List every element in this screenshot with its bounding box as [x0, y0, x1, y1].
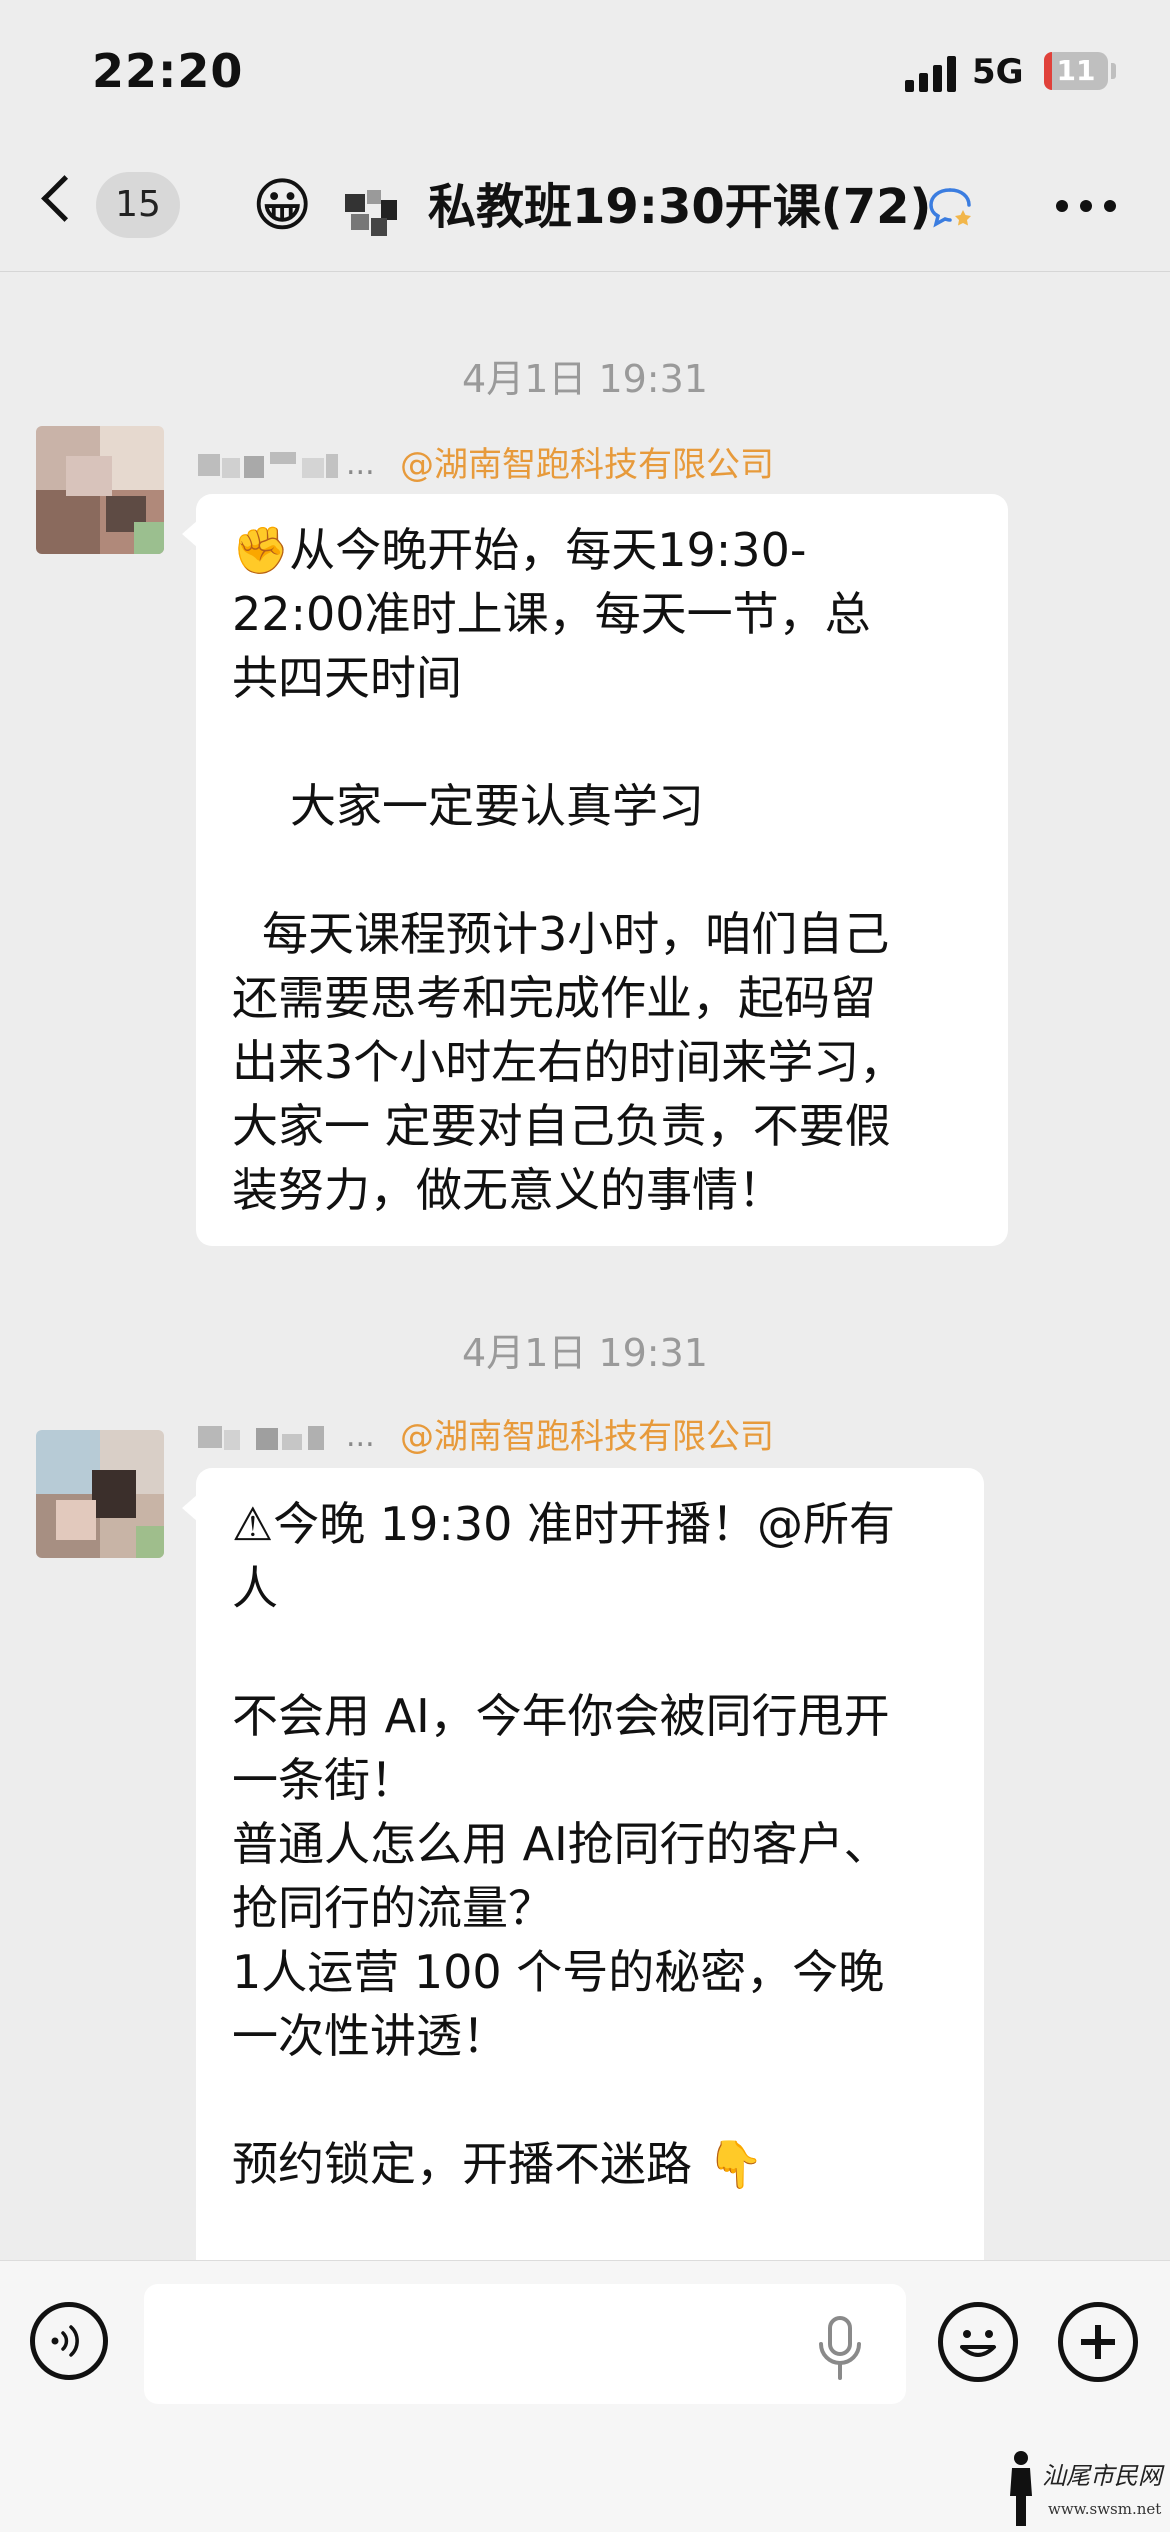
message-line: 普通人怎么用 AI抢同行的客户、	[232, 1817, 890, 1871]
sender-company-tag: @湖南智跑科技有限公司	[400, 1417, 774, 1457]
message-line: 一次性讲透！	[232, 2009, 508, 2063]
watermark-url: www.swsm.net	[1048, 2500, 1162, 2518]
microphone-icon[interactable]	[815, 2316, 865, 2382]
message-input[interactable]	[144, 2284, 906, 2404]
nav-divider	[0, 271, 1170, 272]
status-bar: 22:20 5G 11	[0, 0, 1170, 150]
message-line: 22:00准时上课，每天一节，总	[232, 587, 871, 641]
battery-percent: 11	[1056, 54, 1096, 87]
message-line: 抢同行的流量？	[232, 1881, 554, 1935]
sender-ellipsis: ...	[346, 1419, 375, 1454]
obscured-sender-name	[198, 452, 368, 480]
site-watermark: 汕尾市民网 www.swsm.net	[1004, 2448, 1166, 2528]
group-chat-icon[interactable]	[928, 186, 976, 230]
network-type: 5G	[972, 52, 1024, 92]
message-line: 1人运营 100 个号的秘密，今晚	[232, 1945, 885, 1999]
ellipsis-icon[interactable]	[1056, 200, 1116, 212]
battery-cap	[1111, 63, 1116, 79]
message-line: 共四天时间	[232, 651, 462, 705]
message-line: 出来3个小时左右的时间来学习，	[232, 1035, 906, 1089]
watermark-title: 汕尾市民网	[1042, 2462, 1162, 2490]
message-line: 大家一定要认真学习	[290, 779, 704, 833]
message-bubble[interactable]: ⚠今晚 19:30 准时开播！@所有 人 不会用 AI，今年你会被同行甩开 一条…	[196, 1468, 984, 2298]
message-timestamp: 4月1日 19:31	[462, 357, 708, 401]
group-emoji-icon: 😀	[252, 171, 313, 239]
plus-icon[interactable]	[1058, 2302, 1138, 2382]
unread-count-badge[interactable]: 15	[96, 172, 180, 238]
message-line: 还需要思考和完成作业，起码留	[232, 971, 876, 1025]
message-bubble[interactable]: ✊从今晚开始，每天19:30- 22:00准时上课，每天一节，总 共四天时间 大…	[196, 494, 1008, 1246]
message-line: 不会用 AI，今年你会被同行甩开	[232, 1689, 890, 1743]
message-line: 装努力，做无意义的事情！	[232, 1163, 784, 1217]
emoji-icon[interactable]	[938, 2302, 1018, 2382]
obscured-name	[345, 190, 397, 236]
smile-face-glyph	[960, 2330, 996, 2357]
status-time: 22:20	[92, 44, 244, 98]
message-line: 预约锁定，开播不迷路 👇	[232, 2137, 764, 2191]
obscured-sender-name	[198, 1424, 368, 1452]
chat-screen: 22:20 5G 11 15 😀 私教班19:30开课(72) 4月1日 19:…	[0, 0, 1170, 2532]
message-line: 人	[232, 1561, 278, 1615]
sender-ellipsis: ...	[346, 447, 375, 482]
silhouette-figure-icon	[1010, 2451, 1032, 2526]
cellular-signal-icon	[905, 56, 959, 92]
sender-avatar[interactable]	[36, 1430, 164, 1558]
sender-avatar[interactable]	[36, 426, 164, 554]
chat-title[interactable]: 私教班19:30开课(72)	[428, 176, 931, 238]
battery-icon: 11	[1044, 52, 1108, 90]
message-line: 每天课程预计3小时，咱们自己	[262, 907, 890, 961]
sender-company-tag: @湖南智跑科技有限公司	[400, 445, 774, 485]
message-line: 大家一 定要对自己负责，不要假	[232, 1099, 891, 1153]
voice-icon[interactable]	[30, 2302, 108, 2380]
message-line: 一条街！	[232, 1753, 416, 1807]
message-timestamp: 4月1日 19:31	[462, 1331, 708, 1375]
message-line: ✊从今晚开始，每天19:30-	[232, 523, 807, 577]
voice-wave-glyph	[51, 2325, 79, 2357]
message-line: ⚠今晚 19:30 准时开播！@所有	[232, 1497, 896, 1551]
